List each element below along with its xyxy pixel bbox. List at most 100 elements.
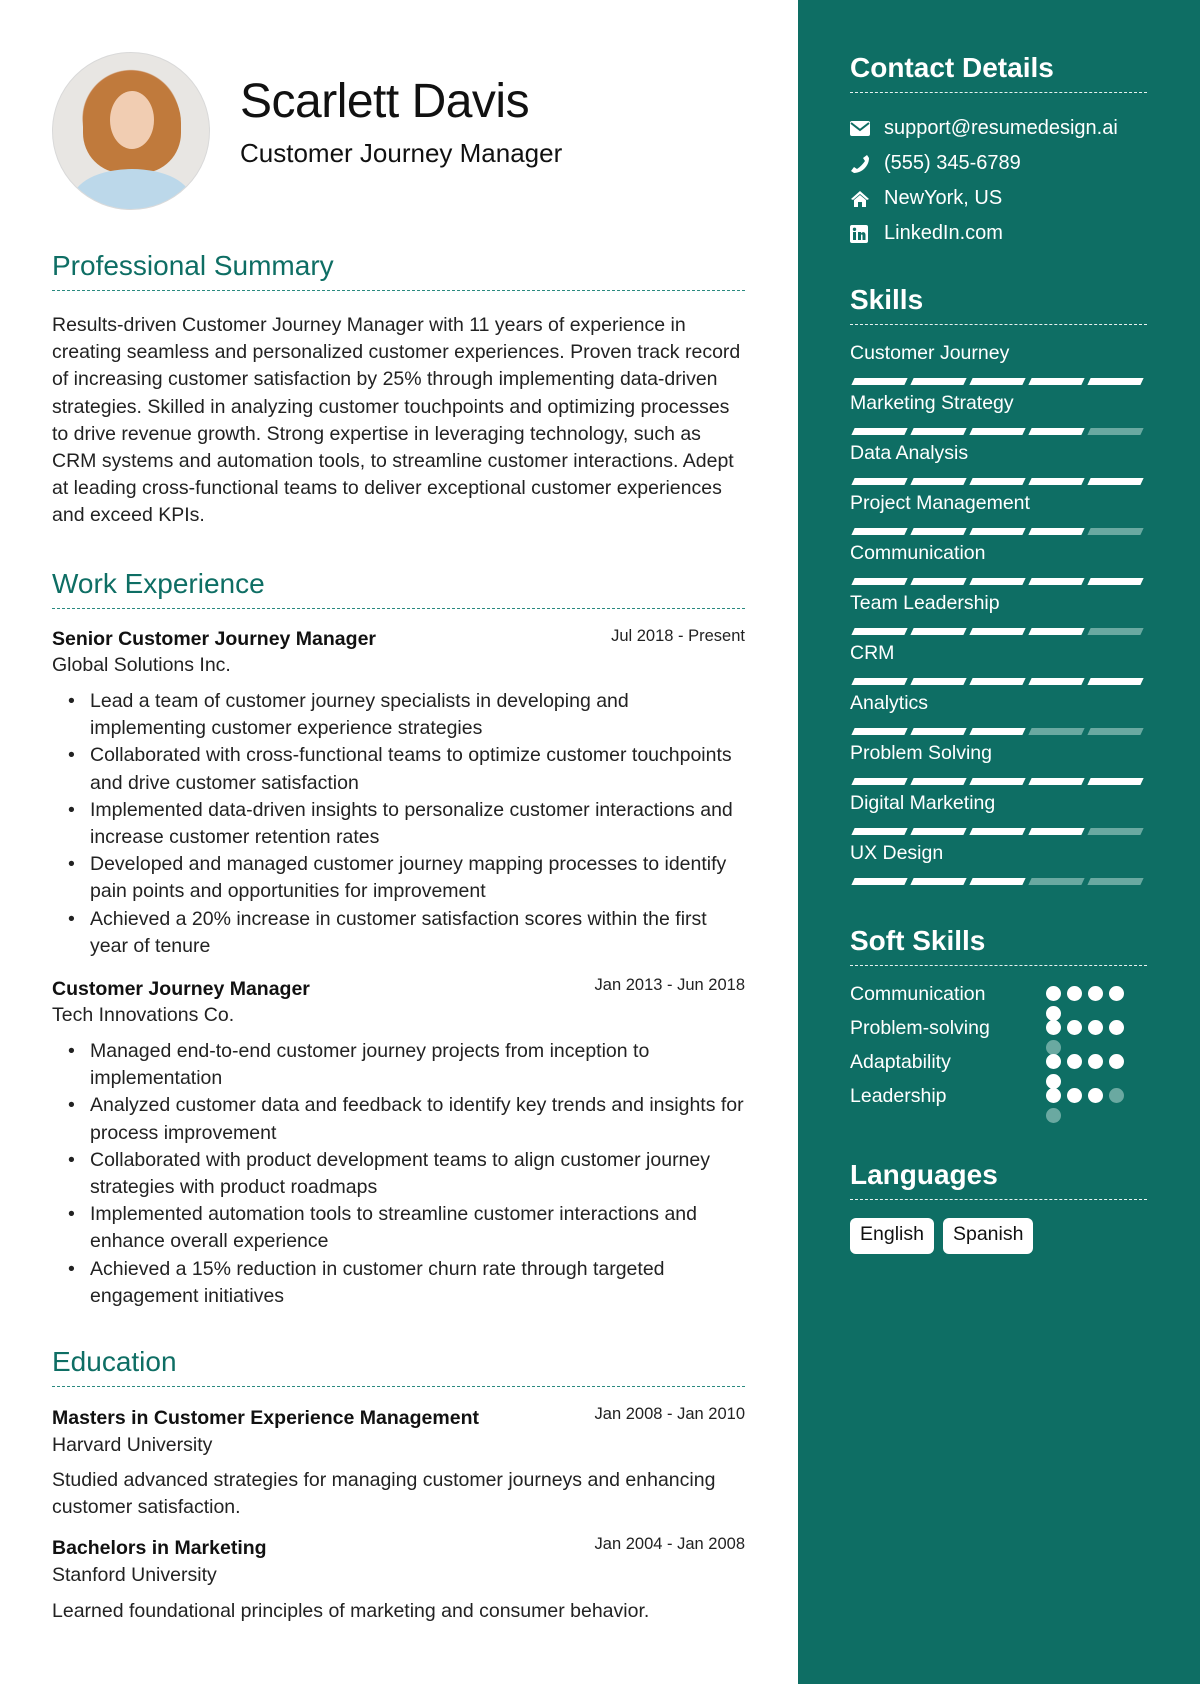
summary-text: Results-driven Customer Journey Manager … [52,314,741,527]
skill-item: Team Leadership [850,592,1147,635]
skill-level-bar [850,778,1147,785]
job-bullet: Achieved a 15% reduction in customer chu… [68,1256,750,1310]
soft-skill-name: Adaptability [850,1051,951,1073]
skill-segment-filled [910,728,967,735]
candidate-title: Customer Journey Manager [240,138,563,168]
home-icon [850,190,884,207]
skill-segment-empty [1028,728,1085,735]
skill-segment-filled [969,828,1026,835]
skill-level-bar [850,678,1147,685]
skill-segment-filled [1028,778,1085,785]
rating-dot-filled [1067,986,1082,1001]
linkedin-icon [850,224,884,243]
contact-phone[interactable]: (555) 345-6789 [850,146,1160,181]
skill-segment-filled [910,878,967,885]
soft-skill-rating [1046,986,1128,1021]
skill-segment-filled [1087,378,1144,385]
skill-segment-filled [910,628,967,635]
skill-item: Problem Solving [850,742,1147,785]
contact-linkedin[interactable]: LinkedIn.com [850,216,1160,251]
job-bullets: Managed end-to-end customer journey proj… [68,1038,750,1310]
skill-name: Analytics [850,692,929,714]
skill-segment-filled [1087,578,1144,585]
skill-item: Communication [850,542,1147,585]
soft-skill-name: Leadership [850,1085,947,1107]
skill-segment-filled [851,428,908,435]
rating-dot-filled [1046,1054,1061,1069]
job-dates: Jul 2018 - Present [611,627,745,645]
job-bullet: Implemented data-driven insights to pers… [68,797,750,851]
soft-skills-list: Communication Problem-solving Adaptability… [850,983,1147,1123]
soft-skill-item: Problem-solving [850,1017,1147,1055]
sidebar: Contact Details support@resumedesign.ai … [798,0,1200,1684]
job-bullet: Managed end-to-end customer journey proj… [68,1038,750,1092]
skill-segment-filled [1028,578,1085,585]
job-company: Global Solutions Inc. [52,654,231,676]
rating-dot-filled [1109,986,1124,1001]
skill-segment-filled [969,778,1026,785]
education-description: Studied advanced strategies for managing… [52,1469,716,1519]
skill-segment-empty [1087,428,1144,435]
soft-skill-name: Problem-solving [850,1017,990,1039]
skill-item: Project Management [850,492,1147,535]
skill-segment-filled [969,628,1026,635]
soft-skill-rating [1046,1020,1128,1055]
skill-segment-filled [1028,478,1085,485]
skill-segment-filled [969,478,1026,485]
skill-segment-filled [851,378,908,385]
skill-segment-filled [1087,778,1144,785]
skill-segment-filled [851,528,908,535]
rating-dot-filled [1046,986,1061,1001]
skill-segment-filled [1028,378,1085,385]
soft-skill-rating [1046,1054,1128,1089]
skill-name: Project Management [850,492,1030,514]
skill-segment-filled [910,678,967,685]
skill-level-bar [850,628,1147,635]
candidate-name: Scarlett Davis [240,75,530,128]
rating-dot-empty [1109,1088,1124,1103]
rating-dot-empty [1046,1108,1061,1123]
skill-segment-filled [851,478,908,485]
job-bullet: Developed and managed customer journey m… [68,851,750,905]
job-bullet: Lead a team of customer journey speciali… [68,688,750,742]
skill-item: CRM [850,642,1147,685]
soft-skill-item: Adaptability [850,1051,1147,1089]
skill-name: Digital Marketing [850,792,996,814]
skill-segment-filled [969,578,1026,585]
skill-segment-filled [851,628,908,635]
skill-item: Data Analysis [850,442,1147,485]
contact-linkedin-text: LinkedIn.com [884,222,1003,244]
skill-segment-filled [1028,628,1085,635]
job-bullet: Collaborated with cross-functional teams… [68,742,750,796]
skill-name: UX Design [850,842,944,864]
degree-title: Masters in Customer Experience Managemen… [52,1407,479,1429]
skill-item: Marketing Strategy [850,392,1147,435]
skill-level-bar [850,528,1147,535]
rating-dot-filled [1046,1088,1061,1103]
skill-segment-filled [910,778,967,785]
summary-heading: Professional Summary [52,250,745,291]
job-bullet: Analyzed customer data and feedback to i… [68,1092,750,1146]
contact-email-text: support@resumedesign.ai [884,117,1118,139]
skill-item: Analytics [850,692,1147,735]
school-name: Stanford University [52,1564,217,1586]
skill-name: CRM [850,642,895,664]
language-tag: Spanish [942,1218,1034,1254]
skill-level-bar [850,828,1147,835]
rating-dot-filled [1067,1088,1082,1103]
skill-segment-empty [1087,728,1144,735]
profile-photo [52,52,210,210]
skill-segment-filled [851,678,908,685]
skill-segment-filled [969,728,1026,735]
school-name: Harvard University [52,1434,213,1456]
education-dates: Jan 2008 - Jan 2010 [594,1405,745,1423]
rating-dot-filled [1067,1054,1082,1069]
contact-email[interactable]: support@resumedesign.ai [850,111,1160,146]
skill-segment-filled [910,378,967,385]
skill-segment-filled [910,828,967,835]
languages-list: English Spanish [850,1218,1034,1254]
rating-dot-filled [1046,1020,1061,1035]
languages-heading: Languages [850,1159,1147,1200]
skill-segment-filled [910,578,967,585]
skill-segment-filled [1087,678,1144,685]
